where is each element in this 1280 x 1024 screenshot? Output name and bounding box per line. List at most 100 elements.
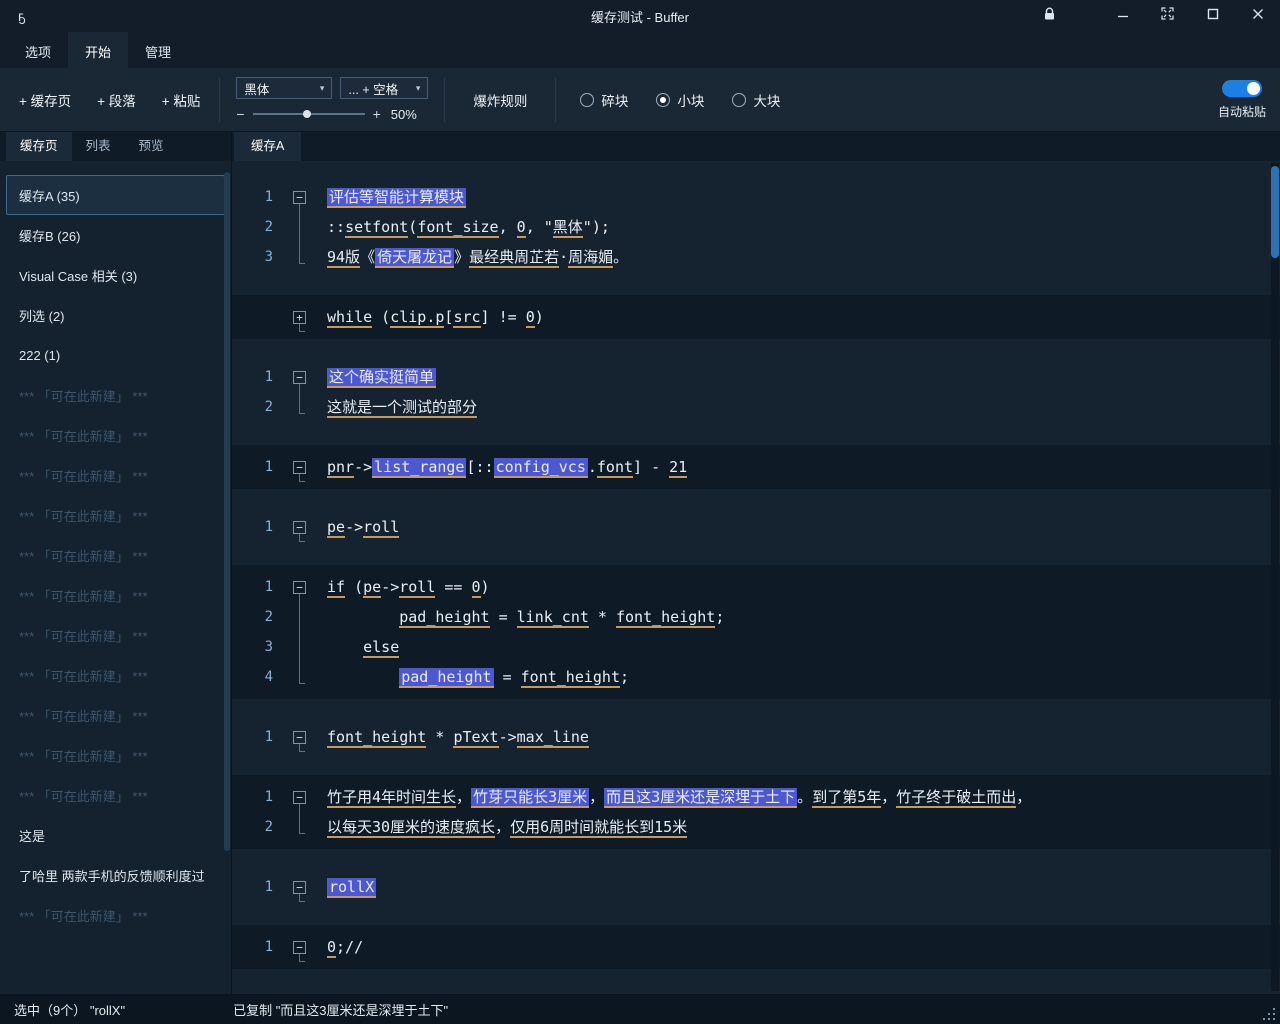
sidebar-tab[interactable]: 预览	[125, 132, 178, 161]
sidebar-tab[interactable]: 列表	[72, 132, 125, 161]
sidebar-item[interactable]: *** 「可在此新建」 ***	[6, 375, 225, 415]
menu-tab[interactable]: 选项	[8, 32, 68, 68]
code-block: −1竹子用4年时间生长，竹芽只能长3厘米，而且这3厘米还是深埋于土下。到了第5年…	[232, 767, 1280, 857]
sidebar-item[interactable]: *** 「可在此新建」 ***	[6, 455, 225, 495]
sidebar-scrollbar-thumb[interactable]	[224, 172, 230, 851]
sidebar-item[interactable]: 了哈里 两款手机的反馈顺利度过	[6, 855, 225, 895]
sidebar-item[interactable]: *** 「可在此新建」 ***	[6, 415, 225, 455]
code-line[interactable]: 1if (pe->roll == 0)	[232, 572, 1280, 602]
sidebar-item[interactable]: *** 「可在此新建」 ***	[6, 495, 225, 535]
lock-button[interactable]	[1027, 0, 1072, 32]
zoom-out-button[interactable]: −	[236, 106, 244, 122]
code-line[interactable]: 2这就是一个测试的部分	[232, 392, 1280, 422]
auto-paste-control: 自动粘贴	[1218, 80, 1266, 120]
resize-grip[interactable]	[1268, 1013, 1270, 1015]
minimize-button[interactable]	[1100, 0, 1145, 32]
code-segment	[327, 638, 363, 656]
sidebar-item[interactable]: Visual Case 相关 (3)	[6, 255, 225, 295]
collapse-icon[interactable]: −	[293, 191, 306, 204]
collapse-icon[interactable]: −	[293, 881, 306, 894]
font-dropdown[interactable]: 黑体 ▾	[236, 77, 332, 99]
collapse-icon[interactable]: −	[293, 461, 306, 474]
editor: −1评估等智能计算模块2::setfont(font_size, 0, "黑体"…	[232, 161, 1280, 994]
toolbar-add-button[interactable]: + 粘贴	[149, 80, 214, 120]
toolbar-add-button[interactable]: + 段落	[84, 80, 149, 120]
zoom-slider[interactable]	[253, 107, 365, 121]
code-segment: font_size	[417, 218, 498, 238]
code-line[interactable]: 1font_height * pText->max_line	[232, 722, 1280, 752]
expand-icon[interactable]: +	[293, 311, 306, 324]
collapse-icon[interactable]: −	[293, 371, 306, 384]
collapse-icon[interactable]: −	[293, 521, 306, 534]
code-segment: pe	[363, 578, 381, 598]
close-button[interactable]	[1235, 0, 1280, 32]
collapse-icon[interactable]: −	[293, 581, 306, 594]
sidebar-item[interactable]: *** 「可在此新建」 ***	[6, 535, 225, 575]
code-line[interactable]: 3 else	[232, 632, 1280, 662]
sidebar-item[interactable]: 缓存A (35)	[6, 175, 225, 215]
menu-tab[interactable]: 管理	[128, 32, 188, 68]
toolbar-add-button[interactable]: + 缓存页	[6, 80, 84, 120]
sidebar-tab[interactable]: 缓存页	[6, 132, 72, 161]
radio-label: 碎块	[601, 90, 628, 110]
code-segment: ->	[499, 728, 517, 746]
line-number: 1	[232, 362, 287, 392]
code-block: −1pe->roll	[232, 497, 1280, 557]
sidebar-item[interactable]: *** 「可在此新建」 ***	[6, 775, 225, 815]
code-line[interactable]: 1竹子用4年时间生长，竹芽只能长3厘米，而且这3厘米还是深埋于土下。到了第5年，…	[232, 782, 1280, 812]
code-line[interactable]: 1pnr->list_range[::config_vcs.font] - 21	[232, 452, 1280, 482]
auto-paste-toggle[interactable]	[1222, 80, 1262, 97]
chunk-radio[interactable]: 碎块	[580, 90, 628, 110]
code-line[interactable]: 2以每天30厘米的速度疯长，仅用6周时间就能长到15米	[232, 812, 1280, 842]
code-segment: ;//	[336, 938, 363, 956]
code-segment: 仅用6周时间就能长到15米	[510, 818, 687, 838]
collapse-icon[interactable]: −	[293, 941, 306, 954]
code-line[interactable]: 394版《倚天屠龙记》最经典周芷若·周海媚。	[232, 242, 1280, 272]
code-segment: 黑体	[553, 218, 583, 238]
code-line[interactable]: 1pe->roll	[232, 512, 1280, 542]
code-line[interactable]: 1评估等智能计算模块	[232, 182, 1280, 212]
sidebar-item[interactable]: *** 「可在此新建」 ***	[6, 895, 225, 935]
line-number: 1	[232, 932, 287, 962]
code-text: rollX	[327, 878, 376, 898]
highlighted-text: 而且这3厘米还是深埋于土下	[604, 788, 797, 808]
window-controls	[1027, 0, 1280, 32]
code-segment: while	[327, 308, 372, 328]
code-segment: 0	[472, 578, 481, 598]
sidebar-item[interactable]: *** 「可在此新建」 ***	[6, 615, 225, 655]
line-number: 4	[232, 662, 287, 692]
collapse-icon[interactable]: −	[293, 791, 306, 804]
code-line[interactable]: 1rollX	[232, 872, 1280, 902]
sidebar-item[interactable]: 缓存B (26)	[6, 215, 225, 255]
sidebar-item[interactable]: 222 (1)	[6, 335, 225, 375]
collapse-icon[interactable]: −	[293, 731, 306, 744]
add-button-group: + 缓存页+ 段落+ 粘贴	[0, 80, 213, 120]
code-block: −1rollX	[232, 857, 1280, 917]
space-dropdown[interactable]: ... + 空格 ▾	[340, 77, 428, 99]
sidebar-item[interactable]: *** 「可在此新建」 ***	[6, 575, 225, 615]
explode-rules-button[interactable]: 爆炸规则	[451, 80, 549, 120]
sidebar-item[interactable]: 列选 (2)	[6, 295, 225, 335]
menu-tab[interactable]: 开始	[68, 32, 128, 68]
chunk-radio[interactable]: 小块	[656, 90, 704, 110]
sidebar-item[interactable]: 这是	[6, 815, 225, 855]
code-line[interactable]: 10;//	[232, 932, 1280, 962]
code-line[interactable]: 4 pad_height = font_height;	[232, 662, 1280, 692]
zoom-in-button[interactable]: +	[373, 106, 381, 122]
sidebar-list: 缓存A (35)缓存B (26)Visual Case 相关 (3)列选 (2)…	[0, 161, 231, 994]
sidebar-item[interactable]: *** 「可在此新建」 ***	[6, 655, 225, 695]
code-line[interactable]: 2 pad_height = link_cnt * font_height;	[232, 602, 1280, 632]
slider-handle[interactable]	[303, 110, 311, 118]
code-line[interactable]: while (clip.p[src] != 0)	[232, 302, 1280, 332]
sidebar-scrollbar[interactable]	[224, 168, 230, 958]
editor-tab[interactable]: 缓存A	[234, 132, 301, 161]
code-line[interactable]: 2::setfont(font_size, 0, "黑体");	[232, 212, 1280, 242]
maximize-button[interactable]	[1190, 0, 1235, 32]
chunk-radio[interactable]: 大块	[732, 90, 780, 110]
fullscreen-button[interactable]	[1145, 0, 1190, 32]
sidebar-item[interactable]: *** 「可在此新建」 ***	[6, 695, 225, 735]
highlighted-text: 倚天屠龙记	[375, 248, 454, 268]
code-segment: ] -	[633, 458, 669, 476]
code-line[interactable]: 1这个确实挺简单	[232, 362, 1280, 392]
sidebar-item[interactable]: *** 「可在此新建」 ***	[6, 735, 225, 775]
